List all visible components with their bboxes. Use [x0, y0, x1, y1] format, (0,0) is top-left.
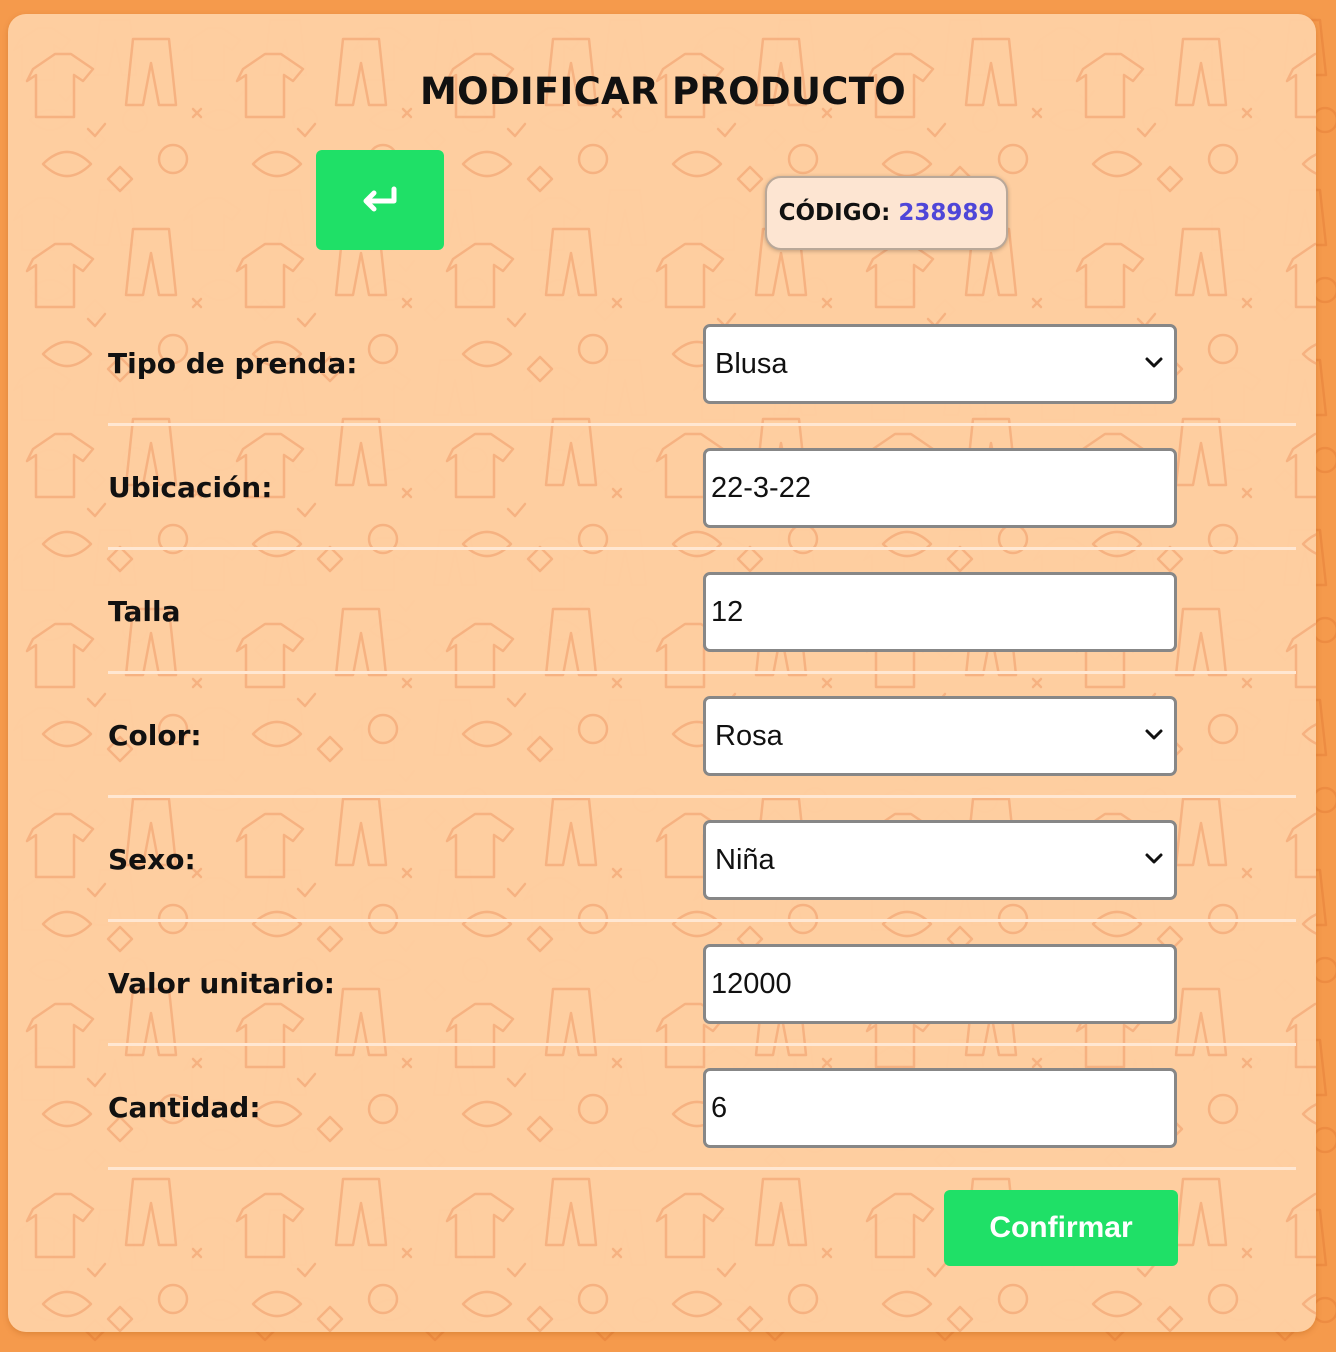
form-row-ubicacion: Ubicación: 22-3-22 [108, 426, 1296, 550]
sexo-value: Niña [715, 844, 775, 876]
cantidad-label: Cantidad: [108, 1091, 261, 1124]
chevron-down-icon [1145, 729, 1163, 740]
form-row-sexo: Sexo: Niña [108, 798, 1296, 922]
form-row-tipo-prenda: Tipo de prenda: Blusa [108, 302, 1296, 426]
tipo-prenda-select[interactable]: Blusa [703, 324, 1177, 404]
form-row-color: Color: Rosa [108, 674, 1296, 798]
tipo-prenda-value: Blusa [715, 348, 788, 380]
code-label: CÓDIGO: [778, 200, 891, 226]
chevron-down-icon [1145, 853, 1163, 864]
color-select[interactable]: Rosa [703, 696, 1177, 776]
talla-input[interactable]: 12 [703, 572, 1177, 652]
color-value: Rosa [715, 720, 783, 752]
ubicacion-label: Ubicación: [108, 471, 273, 504]
tipo-prenda-label: Tipo de prenda: [108, 347, 358, 380]
form-row-talla: Talla 12 [108, 550, 1296, 674]
cantidad-input[interactable]: 6 [703, 1068, 1177, 1148]
product-code-badge: CÓDIGO: 238989 [765, 176, 1008, 250]
back-button[interactable] [316, 150, 444, 250]
valor-unitario-label: Valor unitario: [108, 967, 336, 1000]
form-row-cantidad: Cantidad: 6 [108, 1046, 1296, 1170]
page-title: MODIFICAR PRODUCTO [419, 70, 907, 113]
code-value: 238989 [898, 200, 995, 226]
form-row-valor-unitario: Valor unitario: 12000 [108, 922, 1296, 1046]
sexo-label: Sexo: [108, 843, 196, 876]
valor-unitario-input[interactable]: 12000 [703, 944, 1177, 1024]
ubicacion-input[interactable]: 22-3-22 [703, 448, 1177, 528]
confirm-button[interactable]: Confirmar [944, 1190, 1178, 1266]
return-arrow-icon [363, 186, 397, 212]
chevron-down-icon [1145, 357, 1163, 368]
color-label: Color: [108, 719, 202, 752]
sexo-select[interactable]: Niña [703, 820, 1177, 900]
talla-label: Talla [108, 595, 181, 628]
